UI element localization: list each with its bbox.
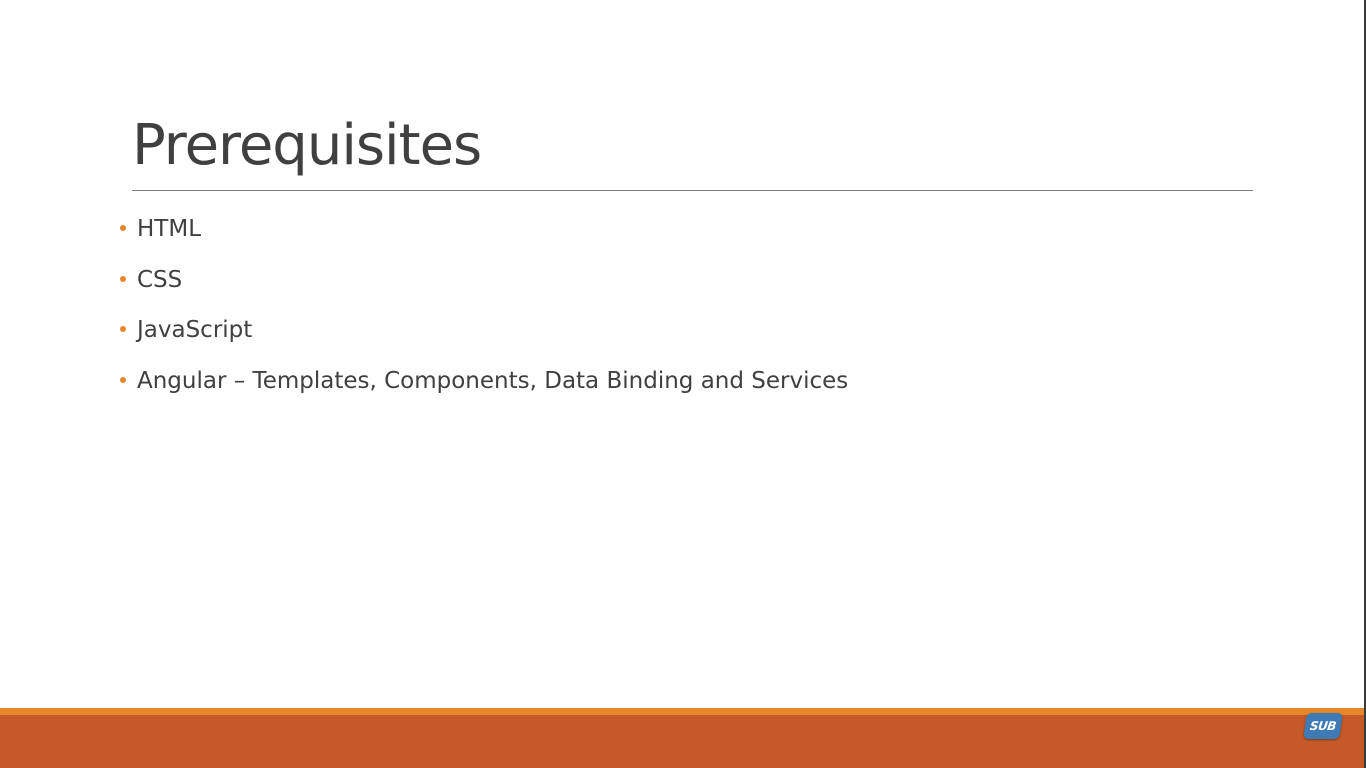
title-divider	[132, 190, 1253, 191]
bullet-dot-icon	[120, 326, 126, 333]
subscribe-badge-label: SUB	[1308, 719, 1337, 733]
footer-accent-strip	[0, 708, 1366, 715]
slide: Prerequisites HTML CSS JavaScript Angula…	[0, 0, 1366, 768]
bullet-text: Angular – Templates, Components, Data Bi…	[137, 367, 849, 394]
bullet-text: CSS	[137, 266, 183, 293]
bullet-dot-icon	[120, 376, 126, 383]
bullet-item: CSS	[120, 255, 848, 306]
bullet-text: HTML	[137, 216, 202, 243]
subscribe-badge-icon[interactable]: SUB	[1303, 713, 1343, 739]
footer-band	[0, 715, 1366, 768]
bullet-text: JavaScript	[137, 317, 253, 344]
bullet-list: HTML CSS JavaScript Angular – Templates,…	[120, 204, 848, 406]
bullet-item: HTML	[120, 204, 848, 255]
bullet-item: Angular – Templates, Components, Data Bi…	[120, 356, 848, 407]
bullet-dot-icon	[120, 225, 126, 232]
slide-title: Prerequisites	[132, 113, 482, 178]
bullet-dot-icon	[120, 275, 126, 282]
bullet-item: JavaScript	[120, 305, 848, 356]
